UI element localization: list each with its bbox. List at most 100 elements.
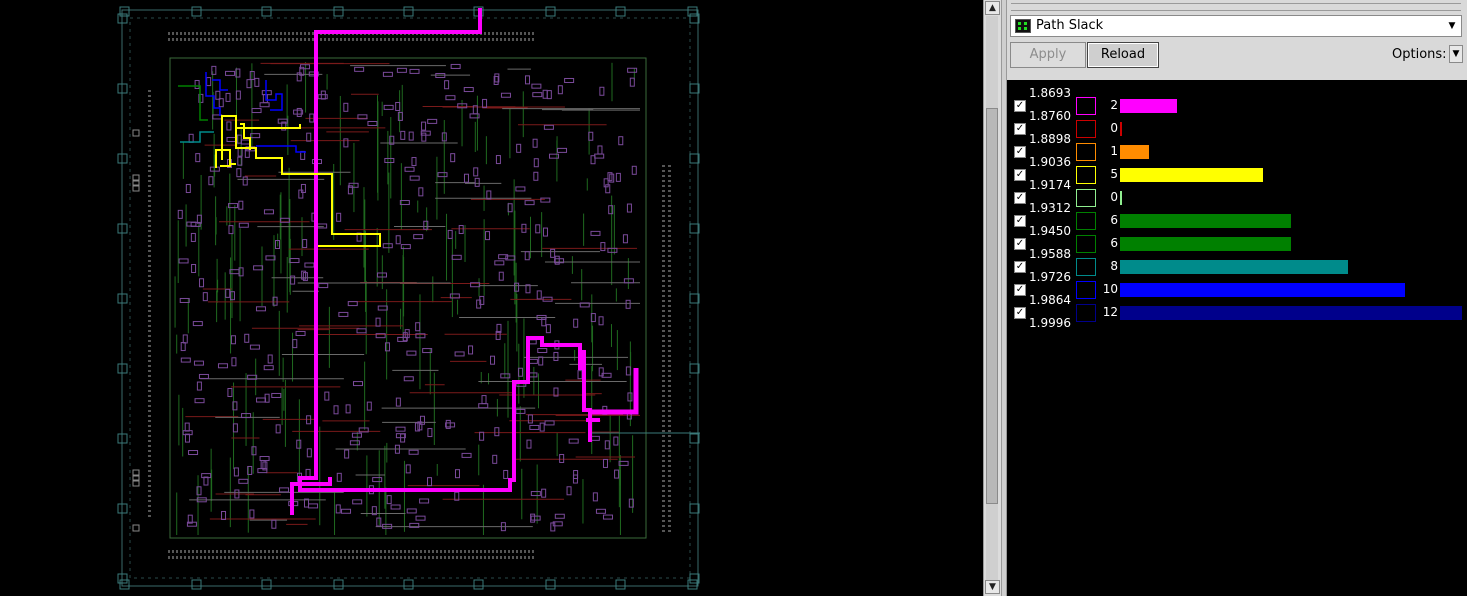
pad-dot — [148, 180, 151, 182]
pad-dot — [324, 38, 326, 41]
row-visibility-checkbox[interactable]: ✓ — [1014, 261, 1026, 273]
pad-dot — [452, 550, 454, 553]
row-visibility-checkbox[interactable]: ✓ — [1014, 215, 1026, 227]
row-visibility-checkbox[interactable]: ✓ — [1014, 123, 1026, 135]
chevron-down-icon[interactable]: ▼ — [1445, 18, 1459, 34]
pad-dot — [176, 550, 178, 553]
histogram-bar — [1120, 168, 1263, 182]
arrow-down-icon[interactable]: ▼ — [985, 580, 1000, 594]
std-cell — [550, 248, 556, 258]
row-visibility-checkbox[interactable]: ✓ — [1014, 169, 1026, 181]
std-cell — [613, 436, 619, 446]
heatmap-type-select[interactable]: Path Slack ▼ — [1010, 15, 1462, 37]
pad-dot — [336, 550, 338, 553]
pad-dot — [188, 550, 190, 553]
pad-dot — [668, 490, 671, 492]
pad-dot — [272, 550, 274, 553]
reload-button[interactable]: Reload — [1087, 42, 1159, 68]
std-cell — [625, 299, 631, 309]
layout-vertical-scrollbar[interactable]: ▲ ▼ — [983, 0, 1001, 596]
legend-row: ✓ 8 — [1007, 253, 1467, 276]
pad-dot — [668, 390, 671, 392]
std-cell — [450, 153, 456, 163]
pad-dot — [532, 556, 534, 559]
pad-dot — [468, 550, 470, 553]
pad-dot — [148, 315, 151, 317]
pad-dot — [436, 556, 438, 559]
std-cell — [490, 355, 496, 365]
row-visibility-checkbox[interactable]: ✓ — [1014, 100, 1026, 112]
scrollbar-track[interactable] — [986, 16, 998, 580]
row-visibility-checkbox[interactable]: ✓ — [1014, 238, 1026, 250]
std-cell — [384, 157, 395, 163]
scrollbar-thumb[interactable] — [986, 108, 998, 504]
std-cell — [333, 405, 339, 415]
pad-dot — [216, 556, 218, 559]
pad-dot — [662, 265, 665, 267]
bin-count: 8 — [1110, 259, 1118, 273]
pad-dot — [516, 32, 518, 35]
pad-dot — [364, 556, 366, 559]
pad-dot — [148, 125, 151, 127]
color-swatch — [1076, 304, 1096, 322]
pad-dot — [148, 420, 151, 422]
pad-dot — [460, 550, 462, 553]
pad-dot — [172, 38, 174, 41]
pad-dot — [224, 550, 226, 553]
pad-dot — [148, 225, 151, 227]
pad-dot — [192, 550, 194, 553]
row-visibility-checkbox[interactable]: ✓ — [1014, 192, 1026, 204]
pad-dot — [276, 556, 278, 559]
pad-dot — [492, 550, 494, 553]
pad-dot — [662, 330, 665, 332]
pad-dot — [232, 32, 234, 35]
pad-dot — [668, 530, 671, 532]
std-cell — [231, 357, 237, 367]
pad-dot — [496, 550, 498, 553]
layout-view[interactable] — [0, 0, 983, 596]
pad-dot — [404, 556, 406, 559]
chip-layout-canvas[interactable] — [0, 0, 983, 596]
pad-dot — [148, 100, 151, 102]
pad-dot — [332, 556, 334, 559]
std-cell — [529, 424, 540, 430]
pad-dot — [252, 550, 254, 553]
pad-dot — [280, 550, 282, 553]
row-visibility-checkbox[interactable]: ✓ — [1014, 284, 1026, 296]
pad-dot — [440, 38, 442, 41]
pad-dot — [668, 295, 671, 297]
pad-dot — [484, 556, 486, 559]
std-cell — [226, 121, 232, 131]
color-swatch — [1076, 189, 1096, 207]
pad-dot — [324, 550, 326, 553]
std-cell — [386, 495, 392, 505]
pad-dot — [148, 155, 151, 157]
std-cell — [254, 77, 260, 87]
dock-grip[interactable] — [1011, 3, 1461, 11]
chevron-down-icon[interactable]: ▼ — [1449, 45, 1463, 63]
pad-dot — [662, 405, 665, 407]
std-cell — [602, 514, 613, 520]
std-cell — [382, 243, 393, 249]
std-cell — [395, 397, 401, 407]
std-cell — [206, 77, 212, 87]
pad-dot — [148, 220, 151, 222]
std-cell — [626, 203, 632, 213]
pad-dot — [662, 335, 665, 337]
pad-dot — [520, 38, 522, 41]
pad-dot — [662, 315, 665, 317]
pad-dot — [500, 32, 502, 35]
arrow-up-icon[interactable]: ▲ — [985, 1, 1000, 15]
pad-dot — [528, 550, 530, 553]
apply-button[interactable]: Apply — [1010, 42, 1086, 68]
pad-dot — [180, 32, 182, 35]
pad-dot — [662, 445, 665, 447]
corner-pad — [132, 524, 140, 532]
row-visibility-checkbox[interactable]: ✓ — [1014, 307, 1026, 319]
row-visibility-checkbox[interactable]: ✓ — [1014, 146, 1026, 158]
pad-dot — [500, 556, 502, 559]
pad-dot — [662, 310, 665, 312]
pad-dot — [668, 425, 671, 427]
bin-count: 0 — [1110, 190, 1118, 204]
pad-dot — [528, 556, 530, 559]
